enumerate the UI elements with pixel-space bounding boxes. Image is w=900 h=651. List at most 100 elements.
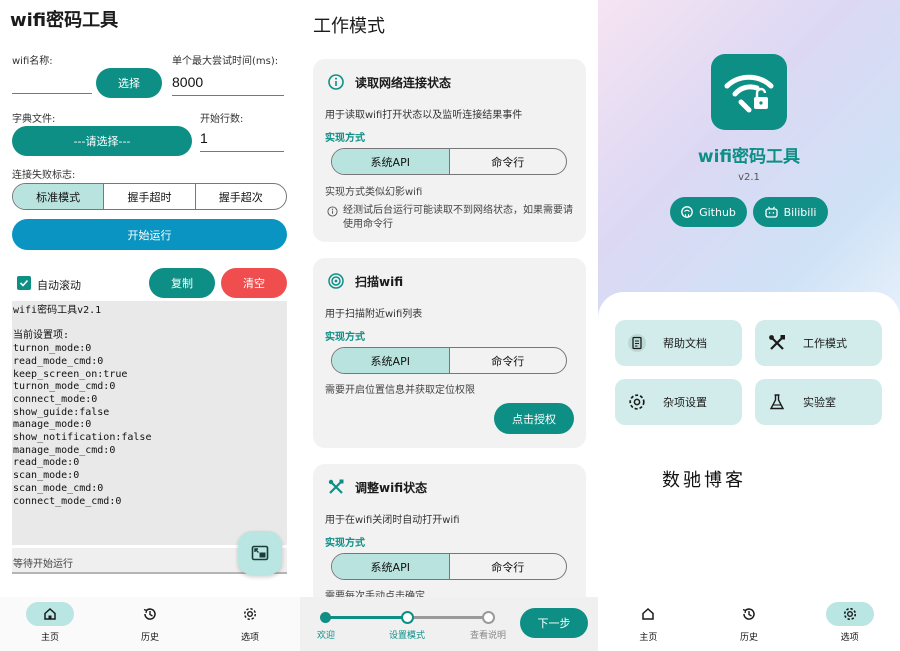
- nav-history[interactable]: 历史: [699, 597, 800, 651]
- dict-file-select-button[interactable]: ---请选择---: [12, 126, 192, 156]
- bilibili-icon: [764, 206, 778, 218]
- step-dot-guide[interactable]: [482, 611, 495, 624]
- log-line: connect_mode:0: [13, 393, 98, 405]
- floating-window-button[interactable]: [238, 531, 282, 575]
- app-version: v2.1: [738, 172, 760, 183]
- step-label-mode: 设置模式: [389, 631, 426, 641]
- nav-options[interactable]: 选项: [799, 597, 900, 651]
- nav-home[interactable]: 主页: [598, 597, 699, 651]
- nav-options[interactable]: 选项: [200, 597, 300, 651]
- copy-button[interactable]: 复制: [149, 268, 215, 298]
- work-mode-screen: 工作模式 读取网络连接状态 用于读取wifi打开状态以及监听连接结果事件 实现方…: [300, 0, 598, 651]
- tile-work-mode[interactable]: 工作模式: [755, 320, 882, 366]
- start-line-input[interactable]: 1: [200, 130, 284, 152]
- nav-history[interactable]: 历史: [100, 597, 200, 651]
- card-desc: 用于扫描附近wifi列表: [325, 309, 423, 320]
- log-output[interactable]: wifi密码工具v2.1 当前设置项: turnon_mode:0 read_mod…: [12, 301, 287, 545]
- tile-lab[interactable]: 实验室: [755, 379, 882, 425]
- auto-scroll-label: 自动滚动: [37, 279, 81, 292]
- step-dot-welcome[interactable]: [320, 612, 331, 623]
- bilibili-button[interactable]: Bilibili: [753, 197, 828, 227]
- info-icon: [328, 74, 344, 90]
- page-title: wifi密码工具: [10, 10, 119, 31]
- scan-icon: [328, 273, 344, 289]
- card-warning-text: 经测试后台运行可能读取不到网络状态，如果需要请使用命令行: [343, 205, 573, 230]
- card-header: 扫描wifi: [327, 272, 403, 290]
- clear-button[interactable]: 清空: [221, 268, 287, 298]
- card-scan-wifi: 扫描wifi 用于扫描附近wifi列表 实现方式 系统API 命令行 需要开启位…: [313, 258, 586, 448]
- impl-system-api[interactable]: 系统API: [332, 554, 450, 579]
- fail-flag-label: 连接失败标志:: [12, 170, 76, 181]
- info-icon: [327, 206, 338, 217]
- step-label-guide: 查看说明: [470, 631, 507, 641]
- picture-in-picture-icon: [251, 545, 269, 561]
- impl-command-line[interactable]: 命令行: [450, 554, 567, 579]
- fail-mode-standard[interactable]: 标准模式: [13, 184, 105, 209]
- nav-history-label: 历史: [140, 633, 159, 643]
- home-icon: [624, 602, 672, 626]
- nav-home[interactable]: 主页: [0, 597, 100, 651]
- card-note: 实现方式类似幻影wifi: [325, 187, 423, 198]
- fail-mode-handshake-exceed[interactable]: 握手超次: [196, 184, 286, 209]
- card-title: 调整wifi状态: [355, 480, 428, 495]
- card-title: 读取网络连接状态: [355, 75, 452, 90]
- nav-options-label: 选项: [840, 633, 859, 643]
- auto-scroll-checkbox[interactable]: [17, 276, 31, 290]
- tile-label: 实验室: [803, 396, 836, 409]
- step-progress: [325, 616, 407, 619]
- tile-misc-settings[interactable]: 杂项设置: [615, 379, 742, 425]
- watermark-text: 数驰博客: [662, 470, 746, 491]
- tile-label: 杂项设置: [663, 396, 707, 409]
- impl-label: 实现方式: [325, 538, 365, 549]
- impl-system-api[interactable]: 系统API: [332, 348, 450, 373]
- log-line: read_mode_cmd:0: [13, 355, 104, 367]
- bilibili-label: Bilibili: [783, 205, 817, 219]
- max-time-label: 单个最大尝试时间(ms):: [172, 56, 279, 67]
- card-warning: 经测试后台运行可能读取不到网络状态，如果需要请使用命令行: [327, 204, 577, 232]
- history-icon: [126, 602, 174, 626]
- github-icon: [681, 206, 693, 218]
- impl-command-line[interactable]: 命令行: [450, 348, 567, 373]
- check-icon: [19, 279, 29, 287]
- wifi-name-label: wifi名称:: [12, 56, 53, 67]
- log-line: turnon_mode:0: [13, 343, 92, 355]
- nav-options-label: 选项: [240, 633, 259, 643]
- nav-home-label: 主页: [639, 633, 658, 643]
- card-title: 扫描wifi: [355, 274, 404, 289]
- dict-file-label: 字典文件:: [12, 114, 56, 125]
- step-dot-mode[interactable]: [401, 611, 414, 624]
- start-line-label: 开始行数:: [200, 114, 244, 125]
- log-line: show_notification:false: [13, 432, 152, 444]
- log-line: manage_mode_cmd:0: [13, 444, 116, 456]
- app-name: wifi密码工具: [697, 147, 801, 167]
- step-label-welcome: 欢迎: [317, 631, 336, 641]
- impl-command-line[interactable]: 命令行: [450, 149, 567, 174]
- authorize-button[interactable]: 点击授权: [494, 403, 574, 434]
- next-step-button[interactable]: 下一步: [520, 608, 588, 638]
- max-time-input[interactable]: 8000: [172, 74, 284, 96]
- nav-history-label: 历史: [740, 633, 759, 643]
- app-logo: [711, 54, 787, 130]
- gear-icon: [625, 390, 649, 414]
- card-desc: 用于读取wifi打开状态以及监听连接结果事件: [325, 110, 523, 121]
- log-line: show_guide:false: [13, 406, 110, 418]
- settings-icon: [825, 602, 874, 626]
- github-button[interactable]: Github: [670, 197, 747, 227]
- select-wifi-button[interactable]: 选择: [96, 68, 162, 98]
- impl-system-api[interactable]: 系统API: [332, 149, 450, 174]
- card-note: 需要开启位置信息并获取定位权限: [325, 385, 475, 396]
- start-run-button[interactable]: 开始运行: [12, 219, 287, 250]
- impl-segmented: 系统API 命令行: [331, 347, 567, 374]
- options-screen: wifi密码工具 v2.1 Github Bilibili 帮助文档 工作模式 …: [598, 0, 900, 651]
- card-desc: 用于在wifi关闭时自动打开wifi: [325, 515, 460, 526]
- tile-label: 帮助文档: [663, 337, 707, 350]
- document-icon: [625, 331, 649, 355]
- impl-segmented: 系统API 命令行: [331, 553, 567, 580]
- fail-mode-handshake-timeout[interactable]: 握手超时: [104, 184, 196, 209]
- wifi-name-input[interactable]: [12, 74, 92, 94]
- tile-label: 工作模式: [803, 337, 847, 350]
- wifi-lock-icon: [724, 74, 774, 113]
- tools-icon: [765, 331, 789, 355]
- tile-help-docs[interactable]: 帮助文档: [615, 320, 742, 366]
